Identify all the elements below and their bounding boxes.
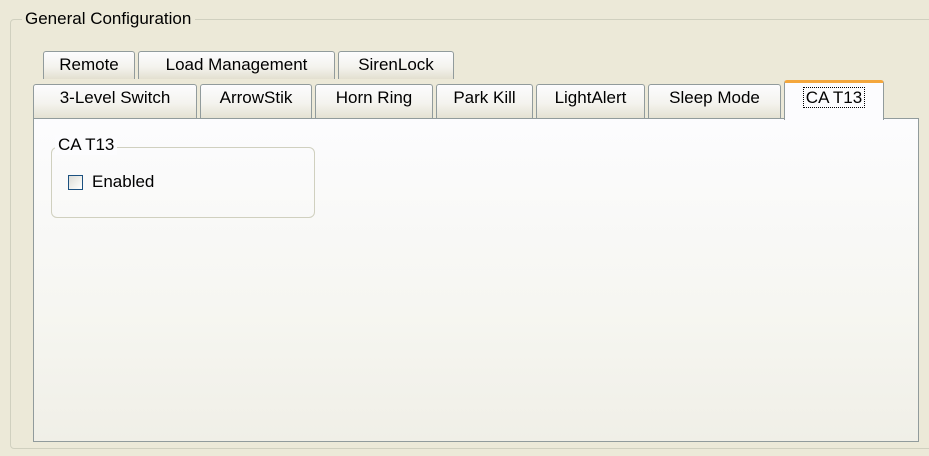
enabled-checkbox[interactable] xyxy=(68,174,83,190)
tab-label: SirenLock xyxy=(358,55,434,74)
tab-load-management[interactable]: Load Management xyxy=(138,51,335,79)
general-configuration-title: General Configuration xyxy=(22,9,196,29)
tab-label: Park Kill xyxy=(453,88,516,107)
tab-horn-ring[interactable]: Horn Ring xyxy=(315,84,433,119)
tab-3-level-switch[interactable]: 3-Level Switch xyxy=(33,84,197,119)
tab-label: Horn Ring xyxy=(335,88,413,107)
tab-label: Load Management xyxy=(165,55,308,74)
tab-label: LightAlert xyxy=(554,88,627,107)
tab-label: Remote xyxy=(59,55,119,74)
tab-label: 3-Level Switch xyxy=(59,88,171,107)
ca-t13-group-title: CA T13 xyxy=(55,135,118,155)
tab-sirenlock[interactable]: SirenLock xyxy=(338,51,454,79)
ca-t13-tab-panel: CA T13 Enabled xyxy=(33,118,919,442)
tab-label: CA T13 xyxy=(802,87,866,108)
tab-ca-t13[interactable]: CA T13 xyxy=(784,80,884,120)
tab-remote[interactable]: Remote xyxy=(43,51,135,79)
enabled-checkbox-row[interactable]: Enabled xyxy=(68,172,154,192)
tab-park-kill[interactable]: Park Kill xyxy=(436,84,533,119)
tab-arrowstik[interactable]: ArrowStik xyxy=(200,84,312,119)
enabled-checkbox-label[interactable]: Enabled xyxy=(92,172,154,192)
tab-label: Sleep Mode xyxy=(669,88,760,107)
tab-sleep-mode[interactable]: Sleep Mode xyxy=(648,84,781,119)
tab-lightalert[interactable]: LightAlert xyxy=(536,84,645,119)
tab-label: ArrowStik xyxy=(219,88,293,107)
